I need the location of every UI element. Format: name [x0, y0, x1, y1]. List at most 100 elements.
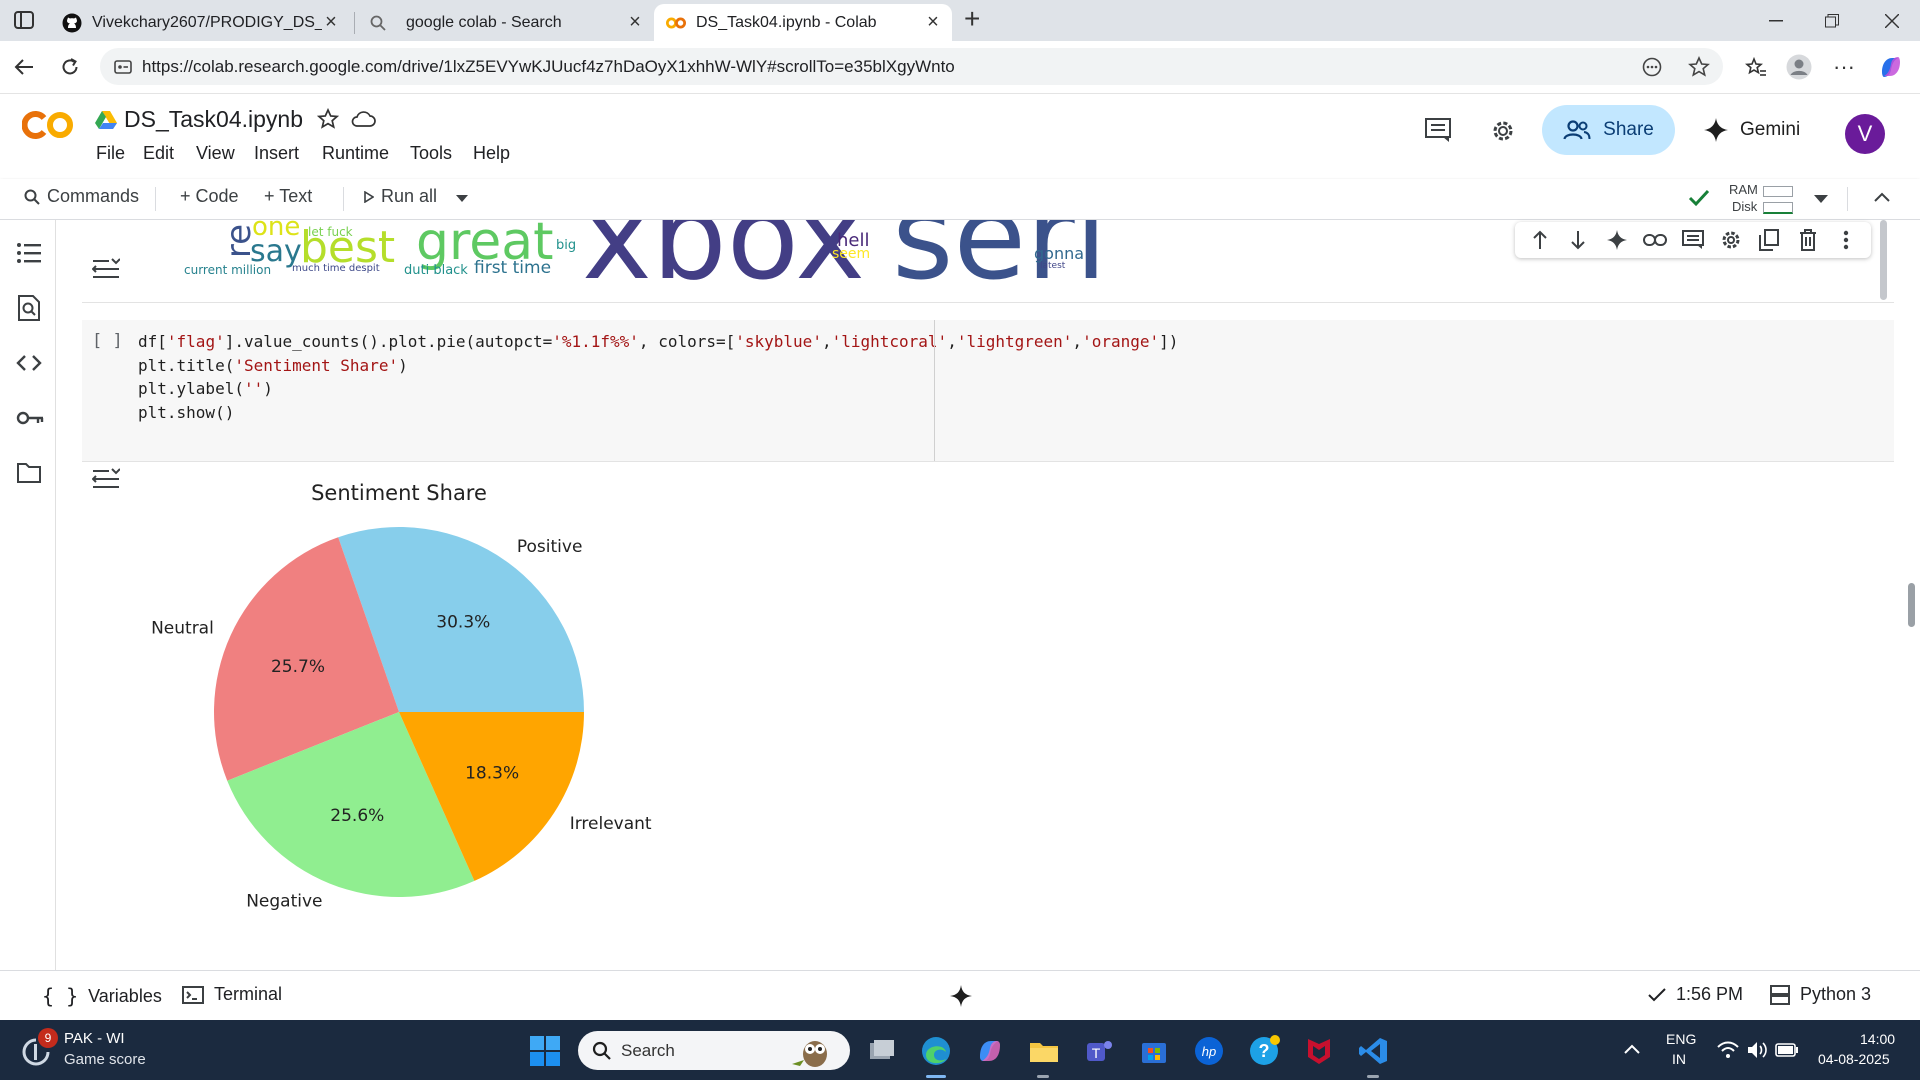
code-cell[interactable]: [ ] df['flag'].value_counts().plot.pie(a…	[82, 320, 1894, 462]
reload-icon[interactable]	[54, 51, 86, 83]
cell-settings-gear-icon[interactable]	[1718, 227, 1744, 253]
clock-time[interactable]: 14:00	[1860, 1031, 1895, 1047]
comments-icon[interactable]	[1425, 118, 1451, 142]
close-tab-icon[interactable]: ×	[626, 12, 644, 32]
favorite-star-icon[interactable]	[1688, 56, 1710, 78]
collapse-header-icon[interactable]	[1874, 192, 1890, 202]
last-run-time: 1:56 PM	[1676, 984, 1744, 1004]
profile-icon[interactable]	[1783, 51, 1815, 83]
gemini-sparkle-icon[interactable]	[1604, 227, 1630, 253]
tab-actions-icon[interactable]	[14, 11, 34, 29]
move-cell-up-icon[interactable]	[1527, 227, 1553, 253]
settings-gear-icon[interactable]	[1490, 118, 1516, 144]
browser-tab-github[interactable]: Vivekchary2607/PRODIGY_DS_04 ×	[50, 4, 350, 41]
taskbar-search[interactable]: Search	[578, 1031, 850, 1070]
close-window-icon[interactable]	[1864, 0, 1920, 41]
add-text-button[interactable]: + Text	[264, 186, 312, 207]
add-code-button[interactable]: + Code	[180, 186, 239, 207]
comment-icon[interactable]	[1680, 227, 1706, 253]
mcafee-icon[interactable]	[1303, 1035, 1335, 1067]
find-replace-icon[interactable]	[16, 295, 42, 321]
browser-tab-colab[interactable]: DS_Task04.ipynb - Colab ×	[654, 4, 952, 41]
edge-browser-icon[interactable]	[920, 1035, 952, 1067]
menu-edit[interactable]: Edit	[143, 143, 174, 164]
mirror-cell-icon[interactable]	[1756, 227, 1782, 253]
close-tab-icon[interactable]: ×	[322, 12, 340, 32]
language-region[interactable]: IN	[1672, 1051, 1686, 1067]
widget-title[interactable]: PAK - WI	[64, 1030, 125, 1047]
runtime-type[interactable]: Python 3	[1770, 984, 1871, 1005]
output-actions-icon[interactable]	[92, 468, 120, 496]
code-snippets-icon[interactable]	[16, 350, 42, 376]
copilot-app-icon[interactable]	[974, 1035, 1006, 1067]
commands-button[interactable]: Commands	[24, 186, 139, 207]
secrets-key-icon[interactable]	[16, 405, 44, 431]
pie-category-label: Positive	[517, 537, 583, 557]
restore-icon[interactable]	[1804, 0, 1860, 41]
language-indicator[interactable]: ENG	[1666, 1031, 1696, 1047]
disk-meter[interactable]	[1763, 202, 1793, 214]
menu-insert[interactable]: Insert	[254, 143, 299, 164]
cell-scrollbar[interactable]	[1880, 220, 1887, 300]
cloud-saved-icon[interactable]	[350, 110, 376, 128]
battery-icon[interactable]	[1775, 1043, 1799, 1057]
reading-mode-icon[interactable]	[1641, 57, 1663, 77]
execution-status[interactable]: 1:56 PM	[1648, 984, 1743, 1005]
menu-tools[interactable]: Tools	[410, 143, 452, 164]
favorites-bar-icon[interactable]	[1740, 51, 1772, 83]
copilot-icon[interactable]	[1875, 51, 1907, 83]
back-icon[interactable]	[8, 51, 40, 83]
output-actions-icon[interactable]	[92, 258, 120, 286]
code-editor[interactable]: df['flag'].value_counts().plot.pie(autop…	[138, 330, 1178, 424]
windows-start-icon[interactable]	[530, 1036, 560, 1066]
vscode-icon[interactable]	[1358, 1035, 1390, 1067]
colab-icon	[666, 13, 686, 33]
menu-file[interactable]: File	[96, 143, 125, 164]
ram-meter[interactable]	[1763, 186, 1793, 197]
volume-icon[interactable]	[1747, 1041, 1767, 1059]
table-of-contents-icon[interactable]	[16, 240, 42, 266]
hp-icon[interactable]: hp	[1193, 1035, 1225, 1067]
move-cell-down-icon[interactable]	[1565, 227, 1591, 253]
owl-icon	[788, 1034, 842, 1068]
star-icon[interactable]	[317, 108, 339, 130]
menu-help[interactable]: Help	[473, 143, 510, 164]
run-all-button[interactable]: Run all	[364, 186, 437, 207]
minimize-icon[interactable]	[1748, 0, 1804, 41]
wordcloud-word: latest	[1040, 261, 1066, 271]
browser-tab-search[interactable]: google colab - Search ×	[356, 4, 654, 41]
site-info-icon[interactable]	[114, 58, 132, 76]
more-vert-icon[interactable]	[1833, 227, 1859, 253]
new-tab-icon[interactable]: +	[964, 5, 986, 33]
show-hidden-icons[interactable]	[1624, 1044, 1640, 1054]
widget-subtitle[interactable]: Game score	[64, 1051, 146, 1068]
notebook-name[interactable]: DS_Task04.ipynb	[124, 106, 303, 133]
terminal-button[interactable]: Terminal	[182, 984, 282, 1005]
close-tab-icon[interactable]: ×	[924, 12, 942, 32]
gemini-sparkle-icon[interactable]	[950, 985, 972, 1007]
help-icon[interactable]: ?	[1248, 1035, 1280, 1067]
clock-date[interactable]: 04-08-2025	[1818, 1051, 1890, 1067]
link-icon[interactable]	[1642, 227, 1668, 253]
task-view-icon[interactable]	[866, 1035, 898, 1067]
share-button[interactable]: Share	[1542, 105, 1675, 155]
account-avatar[interactable]: V	[1845, 114, 1885, 154]
colab-logo[interactable]	[22, 110, 76, 140]
chevron-down-icon[interactable]	[456, 195, 468, 203]
menu-runtime[interactable]: Runtime	[322, 143, 389, 164]
delete-cell-icon[interactable]	[1795, 227, 1821, 253]
gemini-button[interactable]: Gemini	[1704, 105, 1800, 155]
teams-icon[interactable]: T	[1083, 1035, 1115, 1067]
menu-view[interactable]: View	[196, 143, 235, 164]
variables-button[interactable]: { } Variables	[42, 984, 162, 1008]
files-folder-icon[interactable]	[16, 460, 42, 486]
run-cell-button[interactable]: [ ]	[92, 331, 123, 351]
wifi-icon[interactable]	[1717, 1041, 1739, 1059]
store-icon[interactable]	[1138, 1035, 1170, 1067]
url-field[interactable]: https://colab.research.google.com/drive/…	[100, 48, 1723, 85]
more-options-icon[interactable]: ···	[1828, 51, 1860, 83]
page-scrollbar[interactable]	[1908, 583, 1915, 627]
tab-title: Vivekchary2607/PRODIGY_DS_04	[92, 13, 322, 31]
file-explorer-icon[interactable]	[1028, 1035, 1060, 1067]
chevron-down-icon[interactable]	[1814, 195, 1828, 203]
